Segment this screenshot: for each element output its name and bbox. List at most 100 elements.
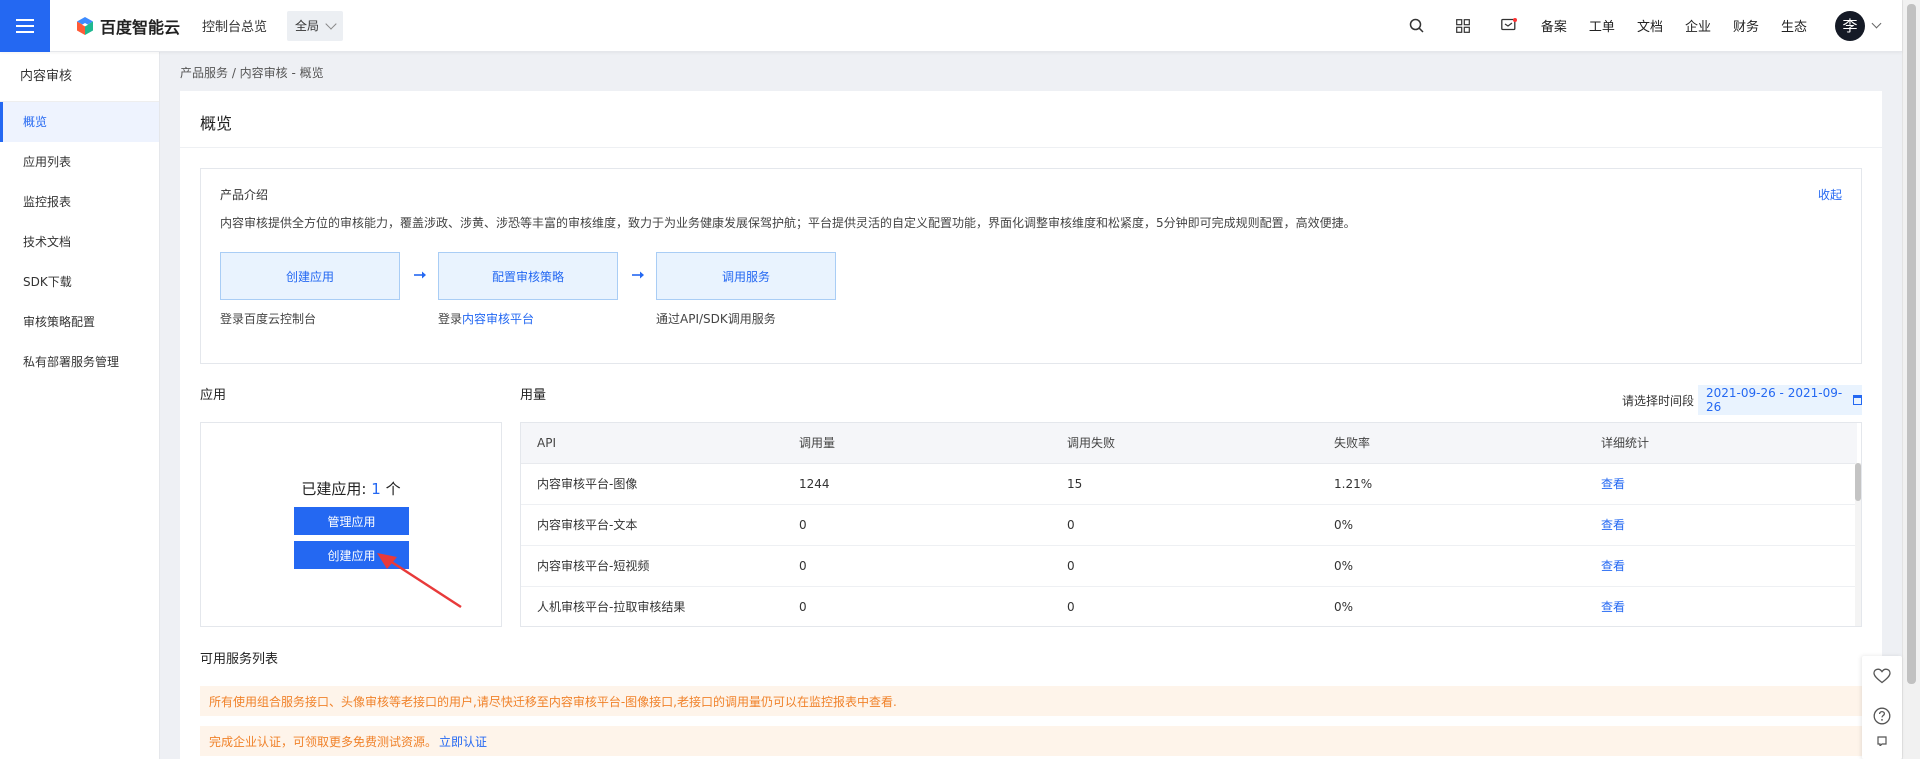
step-create-app[interactable]: 创建应用	[220, 252, 400, 300]
table-cell: 0%	[1318, 586, 1585, 626]
table-cell: 人机审核平台-拉取审核结果	[521, 586, 783, 626]
table-cell: 内容审核平台-文本	[521, 504, 783, 546]
sidebar: 内容审核 概览 应用列表 监控报表 技术文档 SDK下载 审核策略配置 私有部署…	[0, 52, 160, 759]
logo-cube-icon	[77, 16, 93, 35]
date-range-value: 2021-09-26 - 2021-09-26	[1706, 386, 1843, 414]
step-config-policy[interactable]: 配置审核策略	[438, 252, 618, 300]
divider	[180, 147, 1882, 148]
feedback-icon[interactable]	[1862, 736, 1902, 759]
menu-line	[16, 18, 34, 21]
sidebar-item-app-list[interactable]: 应用列表	[0, 142, 159, 182]
intro-description: 内容审核提供全方位的审核能力，覆盖涉政、涉黄、涉恐等丰富的审核维度，致力于为业务…	[220, 216, 1356, 230]
table-header-row: API 调用量 调用失败 失败率 详细统计	[521, 423, 1857, 464]
menu-line	[16, 24, 34, 27]
favorite-heart-icon[interactable]	[1862, 656, 1902, 696]
table-scrollbar[interactable]	[1855, 463, 1861, 626]
breadcrumb: 产品服务 / 内容审核 - 概览	[180, 66, 324, 80]
message-icon[interactable]	[1499, 16, 1519, 36]
nav-link-filing[interactable]: 备案	[1541, 16, 1567, 35]
table-cell: 15	[1051, 463, 1318, 505]
app-count: 已建应用: 1 个	[201, 478, 501, 499]
table-row: 内容审核平台-文本 0 0 0% 查看	[521, 504, 1857, 546]
apps-grid-icon[interactable]	[1453, 16, 1473, 36]
arrow-right-icon	[632, 271, 644, 279]
arrow-right-icon	[414, 271, 426, 279]
migration-notice: 所有使用组合服务接口、头像审核等老接口的用户,请尽快迁移至内容审核平台-图像接口…	[200, 686, 1882, 716]
column-header: 调用失败	[1051, 423, 1318, 464]
nav-link-enterprise[interactable]: 企业	[1685, 16, 1711, 35]
console-overview-link[interactable]: 控制台总览	[202, 16, 267, 35]
table-cell: 0%	[1318, 545, 1585, 587]
top-right-actions: 备案 工单 文档 企业 财务 生态 李	[1381, 0, 1902, 52]
chevron-down-icon	[325, 17, 337, 30]
view-details-link[interactable]: 查看	[1585, 545, 1857, 587]
table-row: 内容审核平台-图像 1244 15 1.21% 查看	[521, 463, 1857, 505]
usage-table: API 调用量 调用失败 失败率 详细统计 内容审核平台-图像 1244 15 …	[521, 423, 1857, 626]
column-header: 失败率	[1318, 423, 1585, 464]
table-cell: 0	[1051, 586, 1318, 626]
step-create-app-desc: 登录百度云控制台	[220, 312, 317, 326]
column-header: 调用量	[783, 423, 1051, 464]
nav-link-docs[interactable]: 文档	[1637, 16, 1663, 35]
top-navigation-bar: 百度智能云 控制台总览 全局 备案 工单 文档 企业 财务 生态 李	[0, 0, 1902, 52]
date-range-label: 请选择时间段	[1622, 394, 1695, 408]
table-cell: 1.21%	[1318, 463, 1585, 505]
usage-table-panel: API 调用量 调用失败 失败率 详细统计 内容审核平台-图像 1244 15 …	[520, 422, 1862, 627]
floating-toolbar	[1862, 656, 1902, 759]
menu-line	[16, 30, 34, 33]
main-content: 概览 产品介绍 收起 内容审核提供全方位的审核能力，覆盖涉政、涉黄、涉恐等丰富的…	[180, 91, 1882, 759]
date-range-picker[interactable]: 2021-09-26 - 2021-09-26	[1698, 385, 1862, 415]
table-cell: 0	[783, 545, 1051, 587]
column-header: API	[521, 423, 783, 464]
collapse-link[interactable]: 收起	[1818, 186, 1842, 203]
table-row: 人机审核平台-拉取审核结果 0 0 0% 查看	[521, 586, 1857, 626]
table-cell: 内容审核平台-短视频	[521, 545, 783, 587]
calendar-icon	[1852, 395, 1862, 405]
step-call-service[interactable]: 调用服务	[656, 252, 836, 300]
certification-notice: 完成企业认证，可领取更多免费测试资源。 立即认证	[200, 726, 1882, 756]
sidebar-item-sdk-download[interactable]: SDK下载	[0, 262, 159, 302]
product-intro-panel: 产品介绍 收起 内容审核提供全方位的审核能力，覆盖涉政、涉黄、涉恐等丰富的审核维…	[200, 168, 1862, 364]
sidebar-title: 内容审核	[0, 52, 159, 102]
help-question-icon[interactable]	[1862, 696, 1902, 736]
app-count-prefix: 已建应用:	[301, 480, 372, 498]
step-call-service-desc: 通过API/SDK调用服务	[656, 312, 776, 326]
page-scrollbar-thumb[interactable]	[1907, 4, 1916, 684]
table-row: 内容审核平台-短视频 0 0 0% 查看	[521, 545, 1857, 587]
table-cell: 内容审核平台-图像	[521, 463, 783, 505]
app-count-number: 1	[371, 480, 381, 498]
sidebar-item-monitor-report[interactable]: 监控报表	[0, 182, 159, 222]
region-value: 全局	[295, 19, 320, 33]
nav-link-finance[interactable]: 财务	[1733, 16, 1759, 35]
hamburger-menu-button[interactable]	[0, 0, 50, 52]
services-section-title: 可用服务列表	[200, 652, 279, 667]
app-count-suffix: 个	[380, 480, 401, 498]
nav-link-ticket[interactable]: 工单	[1589, 16, 1615, 35]
chevron-down-icon[interactable]	[1871, 18, 1882, 29]
step-config-policy-desc: 登录内容审核平台	[438, 310, 534, 327]
sidebar-item-overview[interactable]: 概览	[0, 102, 159, 142]
annotation-arrow	[377, 553, 462, 609]
sidebar-item-tech-docs[interactable]: 技术文档	[0, 222, 159, 262]
certify-now-link[interactable]: 立即认证	[439, 733, 487, 750]
table-cell: 0%	[1318, 504, 1585, 546]
search-icon[interactable]	[1407, 16, 1427, 36]
nav-link-ecosystem[interactable]: 生态	[1781, 16, 1807, 35]
sidebar-item-policy-config[interactable]: 审核策略配置	[0, 302, 159, 342]
apps-section-title: 应用	[200, 388, 227, 403]
page-title: 概览	[200, 114, 233, 133]
sidebar-item-private-deploy[interactable]: 私有部署服务管理	[0, 342, 159, 382]
region-select[interactable]: 全局	[287, 10, 344, 41]
content-audit-platform-link[interactable]: 内容审核平台	[462, 312, 534, 326]
view-details-link[interactable]: 查看	[1585, 463, 1857, 505]
table-cell: 0	[1051, 504, 1318, 546]
view-details-link[interactable]: 查看	[1585, 504, 1857, 546]
view-details-link[interactable]: 查看	[1585, 586, 1857, 626]
manage-apps-button[interactable]: 管理应用	[294, 507, 409, 535]
table-scrollbar-thumb[interactable]	[1855, 463, 1861, 501]
user-avatar[interactable]: 李	[1835, 10, 1865, 41]
table-cell: 0	[783, 586, 1051, 626]
page-scrollbar[interactable]	[1902, 0, 1920, 759]
certification-text: 完成企业认证，可领取更多免费测试资源。	[209, 734, 438, 749]
baidu-cloud-logo[interactable]: 百度智能云	[75, 14, 180, 38]
